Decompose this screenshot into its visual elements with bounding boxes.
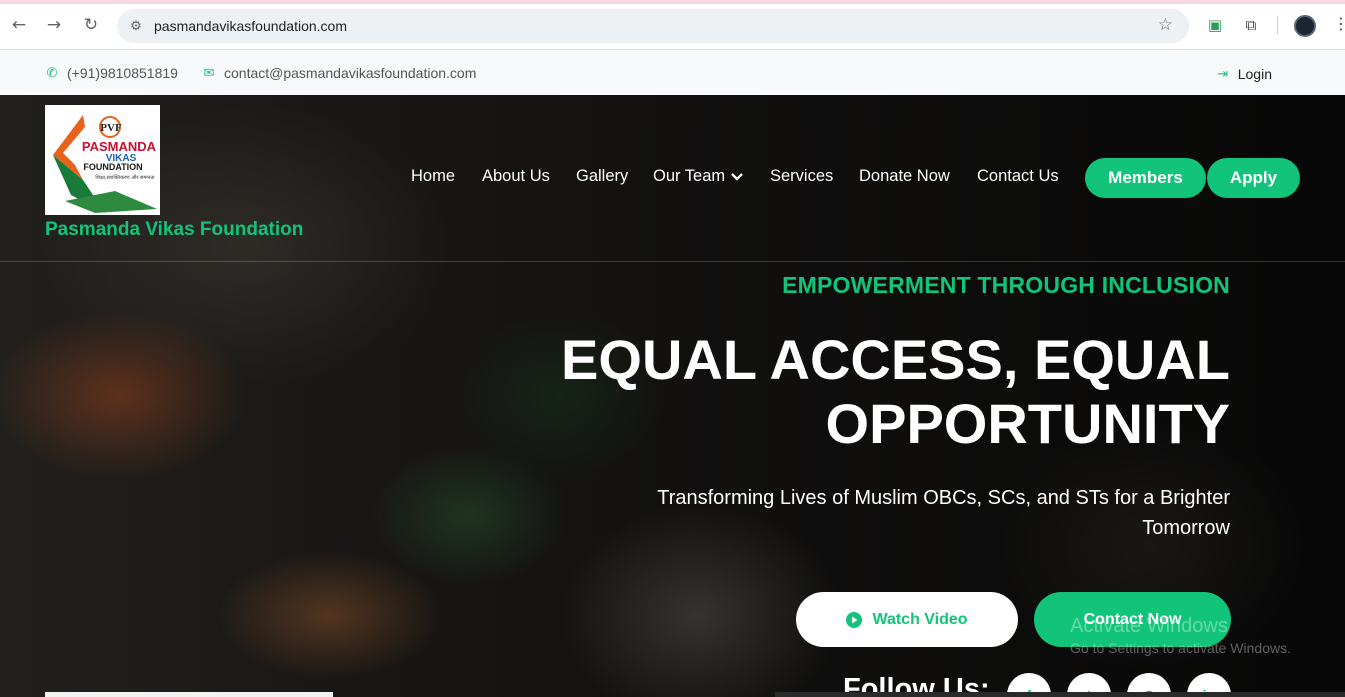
tab-strip-edge <box>0 0 1345 4</box>
play-icon <box>846 611 863 628</box>
profile-avatar[interactable] <box>1294 15 1316 37</box>
headline-line1: EQUAL ACCESS, EQUAL <box>561 328 1230 391</box>
below-fold-strip <box>775 692 1345 697</box>
site-info-icon[interactable]: ⚙ <box>127 17 145 35</box>
nav-team-label[interactable]: Our Team <box>653 167 725 186</box>
logo-line3: FOUNDATION <box>83 162 142 172</box>
nav-services-label[interactable]: Services <box>770 167 833 186</box>
email-contact[interactable]: ✉ contact@pasmandavikasfoundation.com <box>202 65 477 81</box>
hero-subtitle: Transforming Lives of Muslim OBCs, SCs, … <box>657 487 1230 539</box>
chevron-down-icon[interactable] <box>731 172 743 181</box>
forward-arrow-icon[interactable]: → <box>43 14 65 36</box>
hero-section: PVF PASMANDA VIKAS FOUNDATION शिक्षा,सशक… <box>0 95 1345 697</box>
bookmark-star-icon[interactable]: ☆ <box>1158 15 1173 35</box>
nav-contact-label[interactable]: Contact Us <box>977 167 1059 186</box>
login-link[interactable]: ⇥ Login <box>1216 66 1272 82</box>
extension-icon[interactable]: ▣ <box>1205 15 1225 35</box>
login-icon: ⇥ <box>1217 66 1229 82</box>
nav-about-label[interactable]: About Us <box>482 167 550 186</box>
envelope-icon: ✉ <box>203 65 215 81</box>
members-button[interactable]: Members <box>1085 158 1206 198</box>
reload-icon[interactable]: ↻ <box>80 14 102 36</box>
toolbar-divider <box>1277 16 1278 34</box>
watch-video-button[interactable]: Watch Video <box>796 592 1018 647</box>
browser-menu-icon[interactable]: ⋮ <box>1333 14 1345 33</box>
logo-line1: PASMANDA <box>82 139 157 154</box>
watch-video-label[interactable]: Watch Video <box>872 611 967 629</box>
back-arrow-icon[interactable]: ← <box>8 14 30 36</box>
browser-toolbar: ← → ↻ ⚙ pasmandavikasfoundation.com ☆ ▣ … <box>0 0 1345 50</box>
nav-contact-us[interactable]: Contact Us <box>977 167 1059 186</box>
hero-headline: EQUAL ACCESS, EQUAL OPPORTUNITY <box>530 328 1230 456</box>
logo-graphic: PVF PASMANDA VIKAS FOUNDATION शिक्षा,सशक… <box>53 115 157 213</box>
extensions-puzzle-icon[interactable]: ⧉ <box>1241 15 1261 35</box>
header-divider <box>0 261 1345 262</box>
logo-tagline: शिक्षा,सशक्तिकरण और समानता <box>95 174 155 181</box>
email-address[interactable]: contact@pasmandavikasfoundation.com <box>224 65 476 81</box>
windows-watermark-title: Activate Windows <box>1070 615 1228 637</box>
headline-line2: OPPORTUNITY <box>825 392 1230 455</box>
below-fold-card-edge <box>45 692 333 697</box>
nav-home[interactable]: Home <box>411 167 455 186</box>
windows-watermark-subtitle: Go to Settings to activate Windows. <box>1070 640 1291 656</box>
url-text[interactable]: pasmandavikasfoundation.com <box>154 18 347 34</box>
nav-gallery-label[interactable]: Gallery <box>576 167 628 186</box>
logo-monogram: PVF <box>100 122 122 134</box>
brand-name[interactable]: Pasmanda Vikas Foundation <box>45 219 303 241</box>
nav-donate-label[interactable]: Donate Now <box>859 167 950 186</box>
nav-home-label[interactable]: Home <box>411 167 455 186</box>
apply-button[interactable]: Apply <box>1207 158 1300 198</box>
nav-services[interactable]: Services <box>770 167 833 186</box>
site-logo[interactable]: PVF PASMANDA VIKAS FOUNDATION शिक्षा,सशक… <box>45 105 160 215</box>
nav-donate-now[interactable]: Donate Now <box>859 167 950 186</box>
nav-gallery[interactable]: Gallery <box>576 167 628 186</box>
phone-contact[interactable]: ✆ (+91)9810851819 <box>45 65 178 81</box>
address-bar[interactable]: ⚙ pasmandavikasfoundation.com ☆ <box>117 9 1189 43</box>
nav-our-team[interactable]: Our Team <box>653 167 743 186</box>
login-label[interactable]: Login <box>1238 66 1272 82</box>
hero-eyebrow: EMPOWERMENT THROUGH INCLUSION <box>782 272 1230 298</box>
contact-bar: ✆ (+91)9810851819 ✉ contact@pasmandavika… <box>0 50 1345 95</box>
phone-number[interactable]: (+91)9810851819 <box>67 65 178 81</box>
phone-icon: ✆ <box>46 65 58 81</box>
nav-about-us[interactable]: About Us <box>482 167 550 186</box>
